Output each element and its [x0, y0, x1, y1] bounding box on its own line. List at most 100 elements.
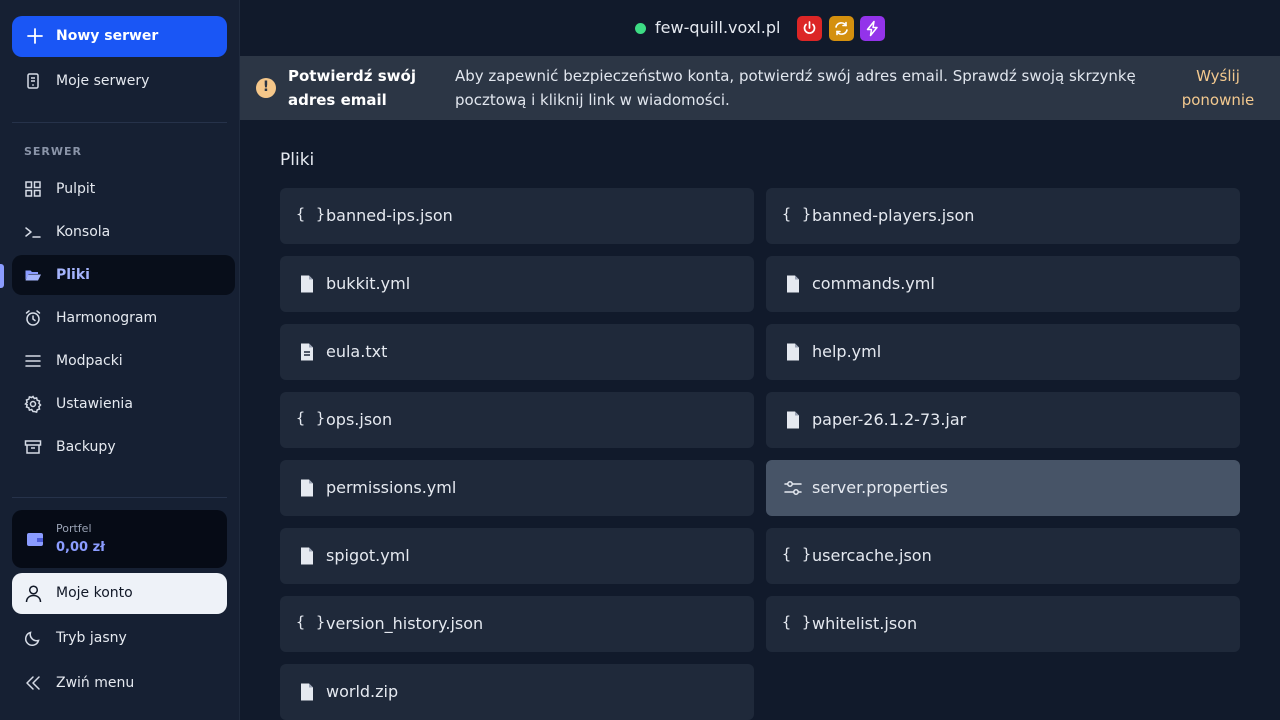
file-name: ops.json [326, 410, 393, 429]
braces-icon: { } [782, 613, 813, 631]
file-item[interactable]: server.properties [766, 460, 1240, 516]
sidebar-item-modpacki[interactable]: Modpacki [12, 341, 235, 381]
file-name: paper-26.1.2-73.jar [812, 410, 967, 429]
file-name: server.properties [812, 478, 948, 497]
new-server-label: Nowy serwer [56, 28, 159, 44]
file-icon [787, 343, 799, 361]
sidebar-item-label: Harmonogram [56, 310, 158, 326]
server-name: few-quill.voxl.pl [655, 18, 781, 37]
wallet-label: Portfel [56, 522, 92, 535]
archive-icon [24, 440, 42, 454]
page-title: Pliki [280, 150, 315, 170]
wallet-balance: 0,00 zł [56, 540, 105, 555]
wallet-icon [27, 533, 43, 546]
file-item[interactable]: { } banned-ips.json [280, 188, 754, 244]
sidebar-item-pulpit[interactable]: Pulpit [12, 169, 235, 209]
file-name: permissions.yml [326, 478, 457, 497]
restart-button[interactable] [829, 16, 854, 41]
power-button[interactable] [797, 16, 822, 41]
sidebar-item-label: Pulpit [56, 181, 96, 197]
file-item[interactable]: spigot.yml [280, 528, 754, 584]
file-item[interactable]: { } banned-players.json [766, 188, 1240, 244]
file-name: banned-ips.json [326, 206, 453, 225]
banner-title: Potwierdź swój adres email [288, 67, 416, 109]
section-title: SERWER [24, 145, 83, 158]
sidebar-item-backupy[interactable]: Backupy [12, 427, 235, 467]
sidebar-item-label: Ustawienia [56, 396, 133, 412]
file-item[interactable]: permissions.yml [280, 460, 754, 516]
sidebar-item-pliki[interactable]: Pliki [12, 255, 235, 295]
sidebar-item-ustawienia[interactable]: Ustawienia [12, 384, 235, 424]
divider [12, 497, 227, 498]
plus-icon [27, 28, 43, 44]
file-item[interactable]: { } ops.json [280, 392, 754, 448]
file-item[interactable]: eula.txt [280, 324, 754, 380]
gear-icon [24, 395, 42, 413]
file-item[interactable]: world.zip [280, 664, 754, 720]
refresh-icon [835, 21, 848, 36]
new-server-button[interactable]: Nowy serwer [12, 16, 227, 57]
my-account-button[interactable]: Moje konto [12, 573, 227, 614]
file-item[interactable]: bukkit.yml [280, 256, 754, 312]
sidebar-item-my-servers[interactable]: Moje serwery [12, 61, 235, 101]
theme-toggle-label: Tryb jasny [56, 630, 127, 646]
folder-open-icon [25, 270, 41, 281]
lightning-icon [866, 20, 878, 37]
file-item[interactable]: { } whitelist.json [766, 596, 1240, 652]
file-icon [301, 547, 313, 565]
text-file-icon [301, 343, 313, 361]
my-account-label: Moje konto [56, 585, 133, 601]
sidebar-item-harmonogram[interactable]: Harmonogram [12, 298, 235, 338]
file-name: help.yml [812, 342, 882, 361]
active-indicator [0, 264, 4, 288]
collapse-menu-button[interactable]: Zwiń menu [12, 663, 235, 703]
sidebar-item-label: Konsola [56, 224, 111, 240]
file-item[interactable]: { } usercache.json [766, 528, 1240, 584]
wallet-card: Portfel 0,00 zł [12, 510, 227, 568]
sidebar-item-label: Moje serwery [56, 73, 150, 89]
moon-icon [24, 631, 40, 647]
file-name: spigot.yml [326, 546, 410, 565]
sliders-icon [784, 481, 802, 495]
braces-icon: { } [296, 613, 327, 631]
file-item[interactable]: { } version_history.json [280, 596, 754, 652]
divider [12, 122, 227, 123]
file-name: bukkit.yml [326, 274, 411, 293]
file-name: eula.txt [326, 342, 388, 361]
file-name: world.zip [326, 682, 399, 701]
braces-icon: { } [296, 205, 327, 223]
server-icon [27, 73, 39, 89]
file-icon [301, 275, 313, 293]
power-icon [803, 21, 816, 34]
file-icon [301, 683, 313, 701]
kill-button[interactable] [860, 16, 885, 41]
warning-icon: ! [256, 78, 276, 98]
sidebar-item-label: Modpacki [56, 353, 123, 369]
user-icon [25, 585, 42, 603]
grid-icon [25, 181, 41, 197]
braces-icon: { } [782, 545, 813, 563]
file-item[interactable]: help.yml [766, 324, 1240, 380]
sidebar-item-label: Pliki [56, 267, 90, 283]
sidebar-item-label: Backupy [56, 439, 116, 455]
braces-icon: { } [296, 409, 327, 427]
list-icon [25, 355, 41, 367]
sidebar-item-konsola[interactable]: Konsola [12, 212, 235, 252]
file-item[interactable]: commands.yml [766, 256, 1240, 312]
file-name: commands.yml [812, 274, 935, 293]
file-item[interactable]: paper-26.1.2-73.jar [766, 392, 1240, 448]
theme-toggle[interactable]: Tryb jasny [12, 618, 235, 658]
file-icon [787, 275, 799, 293]
resend-link[interactable]: Wyślij ponownie [1175, 64, 1261, 112]
collapse-menu-label: Zwiń menu [56, 675, 135, 691]
file-name: version_history.json [326, 614, 484, 633]
email-verification-banner: ! Potwierdź swój adres email Aby zapewni… [240, 56, 1280, 120]
terminal-icon [25, 227, 41, 238]
sidebar: Nowy serwer Moje serwery SERWER Pulpit K… [0, 0, 240, 720]
file-name: banned-players.json [812, 206, 975, 225]
server-status-dot [635, 23, 646, 34]
alarm-clock-icon [25, 310, 41, 326]
file-icon [301, 479, 313, 497]
file-icon [787, 411, 799, 429]
top-header: few-quill.voxl.pl [240, 0, 1280, 56]
